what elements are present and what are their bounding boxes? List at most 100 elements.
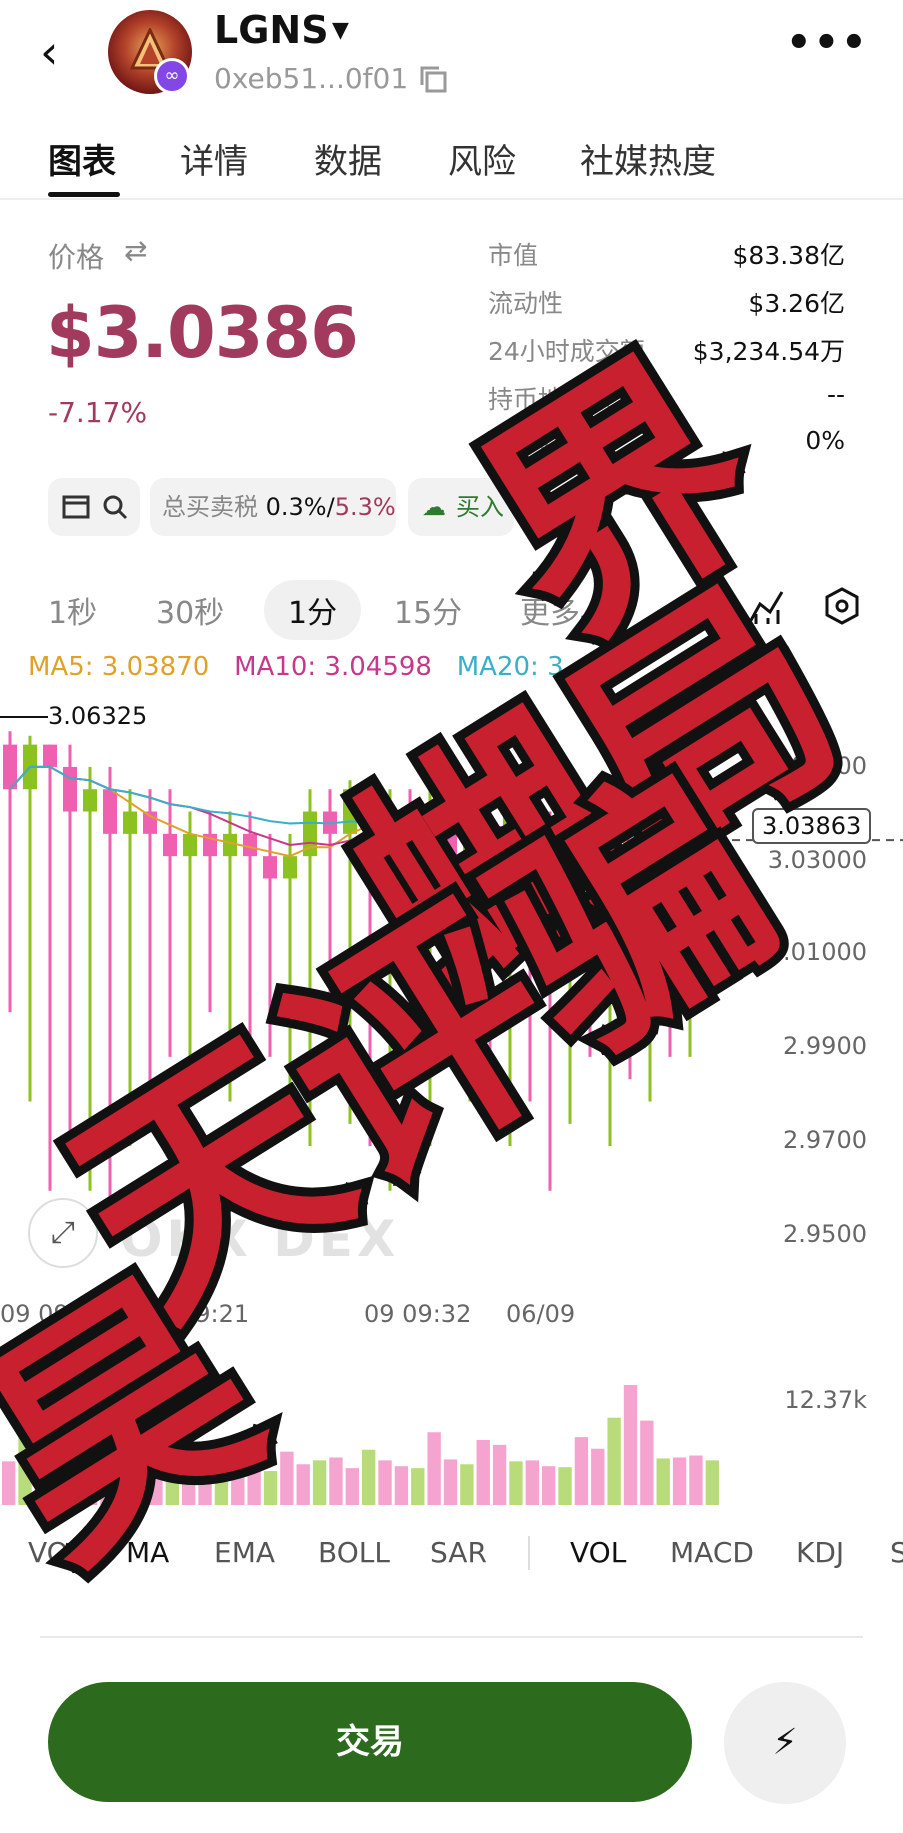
tax-label: 总买卖税 <box>162 493 258 521</box>
volume-bar <box>83 1440 98 1505</box>
buy-chip[interactable]: ☁ 买入 <box>408 478 514 536</box>
candle-body <box>523 811 537 834</box>
candle-body <box>43 744 57 767</box>
y-tick-2: 3.01000 <box>767 938 867 966</box>
tax-chip[interactable]: 总买卖税 0.3%/5.3% <box>150 478 396 536</box>
volume-bar <box>296 1464 310 1505</box>
indicator-tab-sar[interactable]: SAR <box>430 1536 487 1569</box>
volume-bar <box>427 1432 441 1505</box>
indicator-tab-vol-main[interactable]: VOL <box>28 1536 84 1569</box>
volume-bar <box>705 1460 719 1505</box>
interval-15m[interactable]: 15分 <box>394 588 462 632</box>
stat-label-top10: Top 10 <box>488 426 570 455</box>
candle-body <box>683 833 697 857</box>
tax-buy-value: 0.3% <box>265 493 327 521</box>
tab-risk[interactable]: 风险 <box>448 134 516 183</box>
back-button[interactable]: ‹ <box>40 22 90 82</box>
candle-body <box>423 811 437 834</box>
stat-label-holders: 持币地址数 <box>488 385 614 414</box>
x-tick-3: 06/09 <box>506 1300 576 1328</box>
interval-1s[interactable]: 1秒 <box>48 588 97 632</box>
volume-bar <box>231 1454 245 1505</box>
volume-bar <box>182 1451 196 1505</box>
candle-body <box>183 833 197 857</box>
browser-icon[interactable] <box>62 494 90 520</box>
trade-button[interactable]: 交易 <box>48 1682 692 1802</box>
token-name[interactable]: LGNS <box>214 8 329 52</box>
fullscreen-button[interactable]: ⤢ <box>28 1198 98 1268</box>
more-button[interactable]: ••• <box>786 23 867 68</box>
tab-bar: 图表 详情 数据 风险 社媒热度 <box>0 120 903 200</box>
volume-bar <box>312 1460 327 1505</box>
volume-bar <box>542 1466 556 1505</box>
candle-body <box>123 811 137 834</box>
volume-bar <box>165 1443 179 1505</box>
price-change: -7.17% <box>48 396 148 429</box>
interval-more[interactable]: 更多 <box>520 588 580 632</box>
expand-icon: ⤢ <box>51 1215 75 1250</box>
volume-bar <box>558 1467 572 1505</box>
swap-currency-icon[interactable]: ⇄ <box>124 234 147 267</box>
candle-body <box>283 856 297 879</box>
volume-bar <box>198 1448 212 1505</box>
copy-icon[interactable] <box>418 64 448 94</box>
stat-label-liquidity: 流动性 <box>488 289 564 318</box>
volume-bar <box>509 1461 523 1505</box>
indicator-tab-more[interactable]: S <box>890 1536 903 1569</box>
indicator-tab-boll[interactable]: BOLL <box>318 1536 390 1569</box>
volume-bar <box>672 1457 687 1505</box>
bottom-divider <box>40 1636 863 1638</box>
quick-trade-button[interactable]: ⚡ <box>724 1682 846 1804</box>
indicator-chart-icon[interactable] <box>748 586 784 626</box>
indicator-tab-ema[interactable]: EMA <box>214 1536 275 1569</box>
token-dropdown-icon[interactable]: ▼ <box>332 18 349 43</box>
volume-bar <box>280 1451 294 1505</box>
volume-bar <box>378 1460 392 1505</box>
search-icon[interactable] <box>102 494 128 520</box>
interval-30s[interactable]: 30秒 <box>156 588 224 632</box>
indicator-tab-kdj[interactable]: KDJ <box>796 1536 844 1569</box>
tab-data[interactable]: 数据 <box>314 134 382 183</box>
candle-body <box>263 856 277 879</box>
candle-body <box>223 833 237 857</box>
interval-1m[interactable]: 1分 <box>264 580 362 640</box>
chain-badge-icon: ∞ <box>154 58 190 94</box>
ma-legend: MA5: 3.03870 MA10: 3.04598 MA20: 3 <box>28 652 564 682</box>
volume-bar <box>394 1466 409 1505</box>
candle-body <box>463 833 477 857</box>
candle-body <box>103 789 117 834</box>
stat-value-top10: 0% <box>805 426 845 455</box>
okx-dex-watermark: OKX DEX <box>120 1210 400 1268</box>
volume-bar <box>116 1460 130 1505</box>
tab-chart[interactable]: 图表 <box>48 134 116 183</box>
chef-hat-icon: ☁ <box>422 493 446 521</box>
indicator-tab-ma[interactable]: MA <box>126 1536 169 1569</box>
volume-bar <box>34 1454 49 1505</box>
volume-bar <box>345 1468 359 1505</box>
tab-social-heat[interactable]: 社媒热度 <box>580 134 716 183</box>
ma10-value: MA10: 3.04598 <box>234 652 432 682</box>
candle-body <box>343 789 357 834</box>
settings-hex-icon[interactable] <box>822 586 862 626</box>
volume-bar <box>100 1419 114 1505</box>
y-tick-3: 2.9900 <box>783 1032 867 1060</box>
candle-body <box>83 789 97 812</box>
candle-body <box>163 833 177 857</box>
active-tab-indicator <box>48 192 120 197</box>
volume-bar <box>623 1385 638 1505</box>
buy-label: 买入 <box>456 493 504 521</box>
indicator-tab-vol-sub[interactable]: VOL <box>570 1536 626 1569</box>
candle-body <box>663 833 677 857</box>
ma20-value: MA20: 3 <box>456 652 564 682</box>
volume-bar <box>443 1459 458 1505</box>
volume-bar <box>460 1464 474 1505</box>
volume-bar <box>607 1417 621 1505</box>
high-price-marker: 3.06325 <box>0 702 147 730</box>
volume-bar <box>574 1437 589 1505</box>
price-value: $3.0386 <box>46 292 359 374</box>
candle-body <box>623 811 637 857</box>
indicator-tab-macd[interactable]: MACD <box>670 1536 754 1569</box>
stat-label-market-cap: 市值 <box>488 241 539 270</box>
current-price-tag: 3.03863 <box>752 808 872 844</box>
tab-details[interactable]: 详情 <box>180 134 248 183</box>
